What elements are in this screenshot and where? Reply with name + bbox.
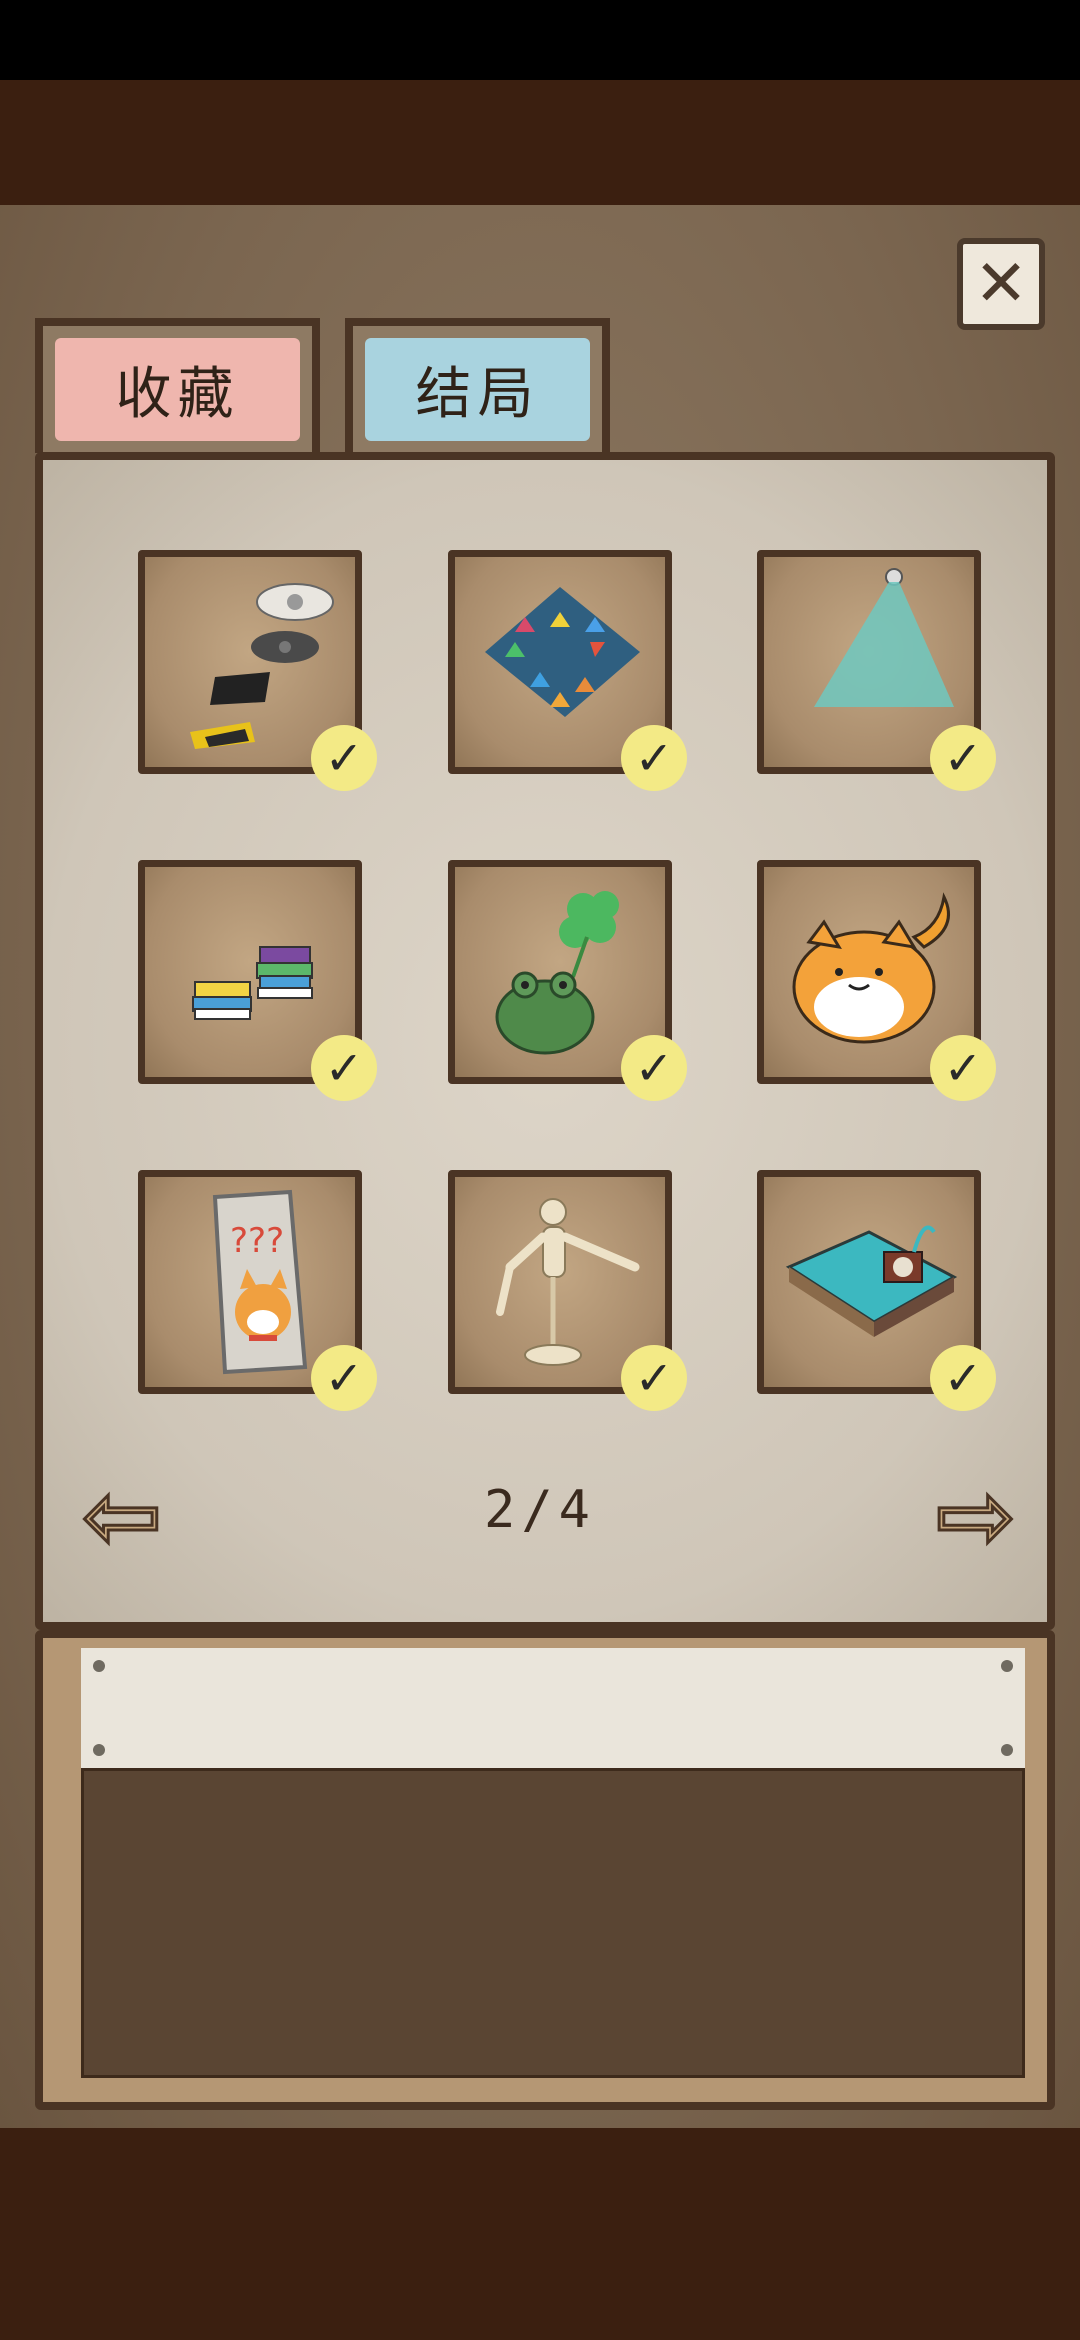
grid-item-dog-poster[interactable]: ??? ✓ — [138, 1170, 377, 1411]
description-frame — [35, 1630, 1055, 2110]
svg-text:???: ??? — [230, 1221, 284, 1261]
grid-item-wooden-mannequin[interactable]: ✓ — [448, 1170, 687, 1411]
collected-check-icon: ✓ — [621, 1345, 687, 1411]
grid-item-arrow-puzzle-mat[interactable]: ✓ — [448, 550, 687, 791]
nail-icon — [93, 1660, 105, 1672]
nail-icon — [1001, 1660, 1013, 1672]
top-band — [0, 80, 1080, 205]
grid-item-ceiling-light-beam[interactable]: ✓ — [757, 550, 996, 791]
grid-item-orange-cat[interactable]: ✓ — [757, 860, 996, 1101]
prev-page-button[interactable]: ⇦ — [74, 1460, 170, 1572]
grid-item-stacked-books[interactable]: ✓ — [138, 860, 377, 1101]
description-body — [81, 1768, 1025, 2078]
collected-check-icon: ✓ — [311, 725, 377, 791]
tab-collection-label: 收藏 — [55, 338, 300, 441]
page-indicator: 2/4 — [484, 1480, 596, 1540]
bottom-band — [0, 2128, 1080, 2340]
collection-panel: ✓ ✓ ✓ ✓ ✓ ✓ ??? ✓ ✓ ✓ — [35, 452, 1055, 1630]
tab-ending[interactable]: 结局 — [345, 318, 610, 453]
arrow-left-icon: ⇦ — [80, 1460, 163, 1572]
grid-item-teal-tray-with-clock[interactable]: ✓ — [757, 1170, 996, 1411]
collected-check-icon: ✓ — [621, 1035, 687, 1101]
collected-check-icon: ✓ — [621, 725, 687, 791]
close-button[interactable]: ✕ — [957, 238, 1045, 330]
grid-item-cds-and-cards[interactable]: ✓ — [138, 550, 377, 791]
collected-check-icon: ✓ — [930, 1345, 996, 1411]
nail-icon — [93, 1744, 105, 1756]
tab-collection[interactable]: 收藏 — [35, 318, 320, 453]
nail-icon — [1001, 1744, 1013, 1756]
status-bar — [0, 0, 1080, 80]
next-page-button[interactable]: ⇨ — [928, 1460, 1024, 1572]
collected-check-icon: ✓ — [311, 1345, 377, 1411]
close-icon: ✕ — [974, 247, 1028, 321]
collected-check-icon: ✓ — [311, 1035, 377, 1101]
arrow-right-icon: ⇨ — [934, 1460, 1017, 1572]
collected-check-icon: ✓ — [930, 725, 996, 791]
collected-check-icon: ✓ — [930, 1035, 996, 1101]
grid-item-frog-with-clover[interactable]: ✓ — [448, 860, 687, 1101]
tab-ending-label: 结局 — [365, 338, 590, 441]
description-title-strip — [81, 1648, 1025, 1771]
